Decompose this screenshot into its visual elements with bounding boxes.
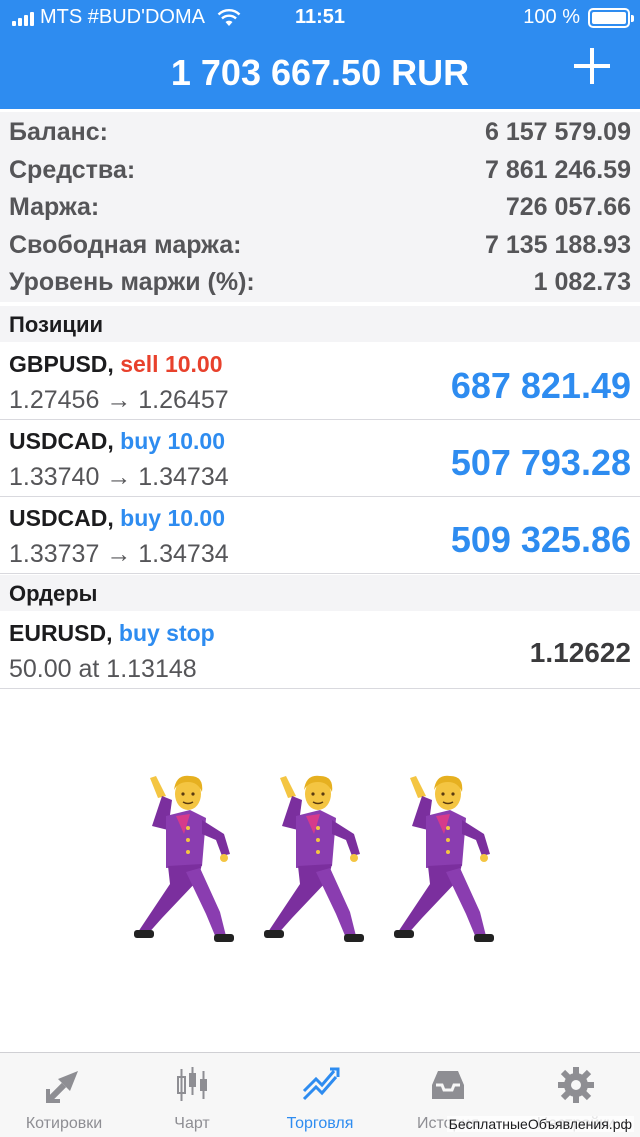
tab-label[interactable]: Чарт — [128, 1115, 256, 1133]
orders-section-header: Ордеры — [0, 575, 640, 611]
position-prices: 1.33737 → 1.34734 — [9, 540, 229, 568]
candlestick-icon[interactable] — [172, 1065, 212, 1105]
header: MTS #BUD'DOMA 11:51 100 % 1 703 667.50 R… — [0, 0, 640, 109]
emoji-message — [0, 690, 640, 1052]
trade-chart-icon[interactable] — [300, 1065, 340, 1105]
position-prices: 1.33740 → 1.34734 — [9, 463, 229, 491]
summary-row: Уровень маржи (%): 1 082.73 — [0, 264, 640, 302]
order-price: 1.12622 — [529, 637, 631, 668]
position-side: buy 10.00 — [120, 428, 226, 454]
positions-section-header: Позиции — [0, 306, 640, 342]
order-type: buy stop — [118, 620, 215, 646]
account-equity: 1 703 667.50 RUR — [170, 52, 470, 93]
summary-label: Средства: — [9, 155, 136, 184]
position-side: sell 10.00 — [120, 351, 223, 377]
order-details: 50.00 at 1.13148 — [9, 655, 197, 683]
summary-row: Свободная маржа: 7 135 188.93 — [0, 227, 640, 265]
quotes-arrows-icon[interactable] — [44, 1065, 84, 1105]
inbox-tray-icon[interactable] — [428, 1065, 468, 1105]
position-symbol: USDCAD, — [9, 505, 114, 531]
position-row[interactable]: USDCAD, buy 10.00 1.33737 → 1.34734 509 32… — [0, 497, 640, 574]
summary-row: Баланс: 6 157 579.09 — [0, 114, 640, 152]
order-row[interactable]: EURUSD, buy stop 50.00 at 1.13148 1.12622 — [0, 612, 640, 689]
battery-group: 100 % — [523, 6, 634, 29]
man-dancing-emoji — [388, 768, 498, 948]
battery-percent: 100 % — [523, 6, 580, 28]
summary-value: 726 057.66 — [505, 193, 631, 222]
order-symbol: EURUSD, — [9, 620, 113, 646]
man-dancing-emoji — [128, 768, 238, 948]
battery-icon — [588, 7, 634, 28]
summary-row: Маржа: 726 057.66 — [0, 189, 640, 227]
position-symbol-line: GBPUSD, sell 10.00 — [9, 351, 223, 378]
summary-label: Баланс: — [9, 118, 108, 147]
summary-value: 7 135 188.93 — [485, 230, 631, 259]
status-bar: MTS #BUD'DOMA 11:51 100 % — [0, 0, 640, 36]
position-prices: 1.27456 → 1.26457 — [9, 386, 229, 414]
summary-value: 6 157 579.09 — [485, 118, 631, 147]
position-row[interactable]: USDCAD, buy 10.00 1.33740 → 1.34734 507 79… — [0, 420, 640, 497]
summary-label: Свободная маржа: — [9, 230, 242, 259]
position-profit: 507 793.28 — [450, 442, 631, 483]
position-side: buy 10.00 — [120, 505, 226, 531]
tab-quotes-arrows[interactable]: Котировки — [0, 1053, 128, 1137]
tab-trade-chart[interactable]: Торговля — [256, 1053, 384, 1137]
summary-label: Маржа: — [9, 193, 100, 222]
position-symbol-line: USDCAD, buy 10.00 — [9, 505, 225, 532]
battery-fill — [592, 11, 626, 24]
add-order-button[interactable] — [572, 46, 612, 86]
summary-label: Уровень маржи (%): — [9, 268, 255, 297]
position-symbol-line: USDCAD, buy 10.00 — [9, 428, 225, 455]
account-summary: Баланс: 6 157 579.09 Средства: 7 861 246.59… — [0, 112, 640, 302]
gear-icon[interactable] — [556, 1065, 596, 1105]
tab-candlestick[interactable]: Чарт — [128, 1053, 256, 1137]
position-symbol: GBPUSD, — [9, 351, 114, 377]
summary-value: 1 082.73 — [533, 268, 631, 297]
tab-label[interactable]: Котировки — [0, 1115, 128, 1133]
position-profit: 509 325.86 — [450, 519, 631, 560]
man-dancing-emoji — [258, 768, 368, 948]
summary-value: 7 861 246.59 — [485, 155, 631, 184]
position-profit: 687 821.49 — [450, 365, 631, 406]
order-symbol-line: EURUSD, buy stop — [9, 620, 215, 647]
watermark: БесплатныеОбъявления.рф — [446, 1116, 634, 1132]
tab-label[interactable]: Торговля — [256, 1115, 384, 1133]
position-row[interactable]: GBPUSD, sell 10.00 1.27456 → 1.26457 687 8… — [0, 343, 640, 420]
position-symbol: USDCAD, — [9, 428, 114, 454]
summary-row: Средства: 7 861 246.59 — [0, 152, 640, 190]
